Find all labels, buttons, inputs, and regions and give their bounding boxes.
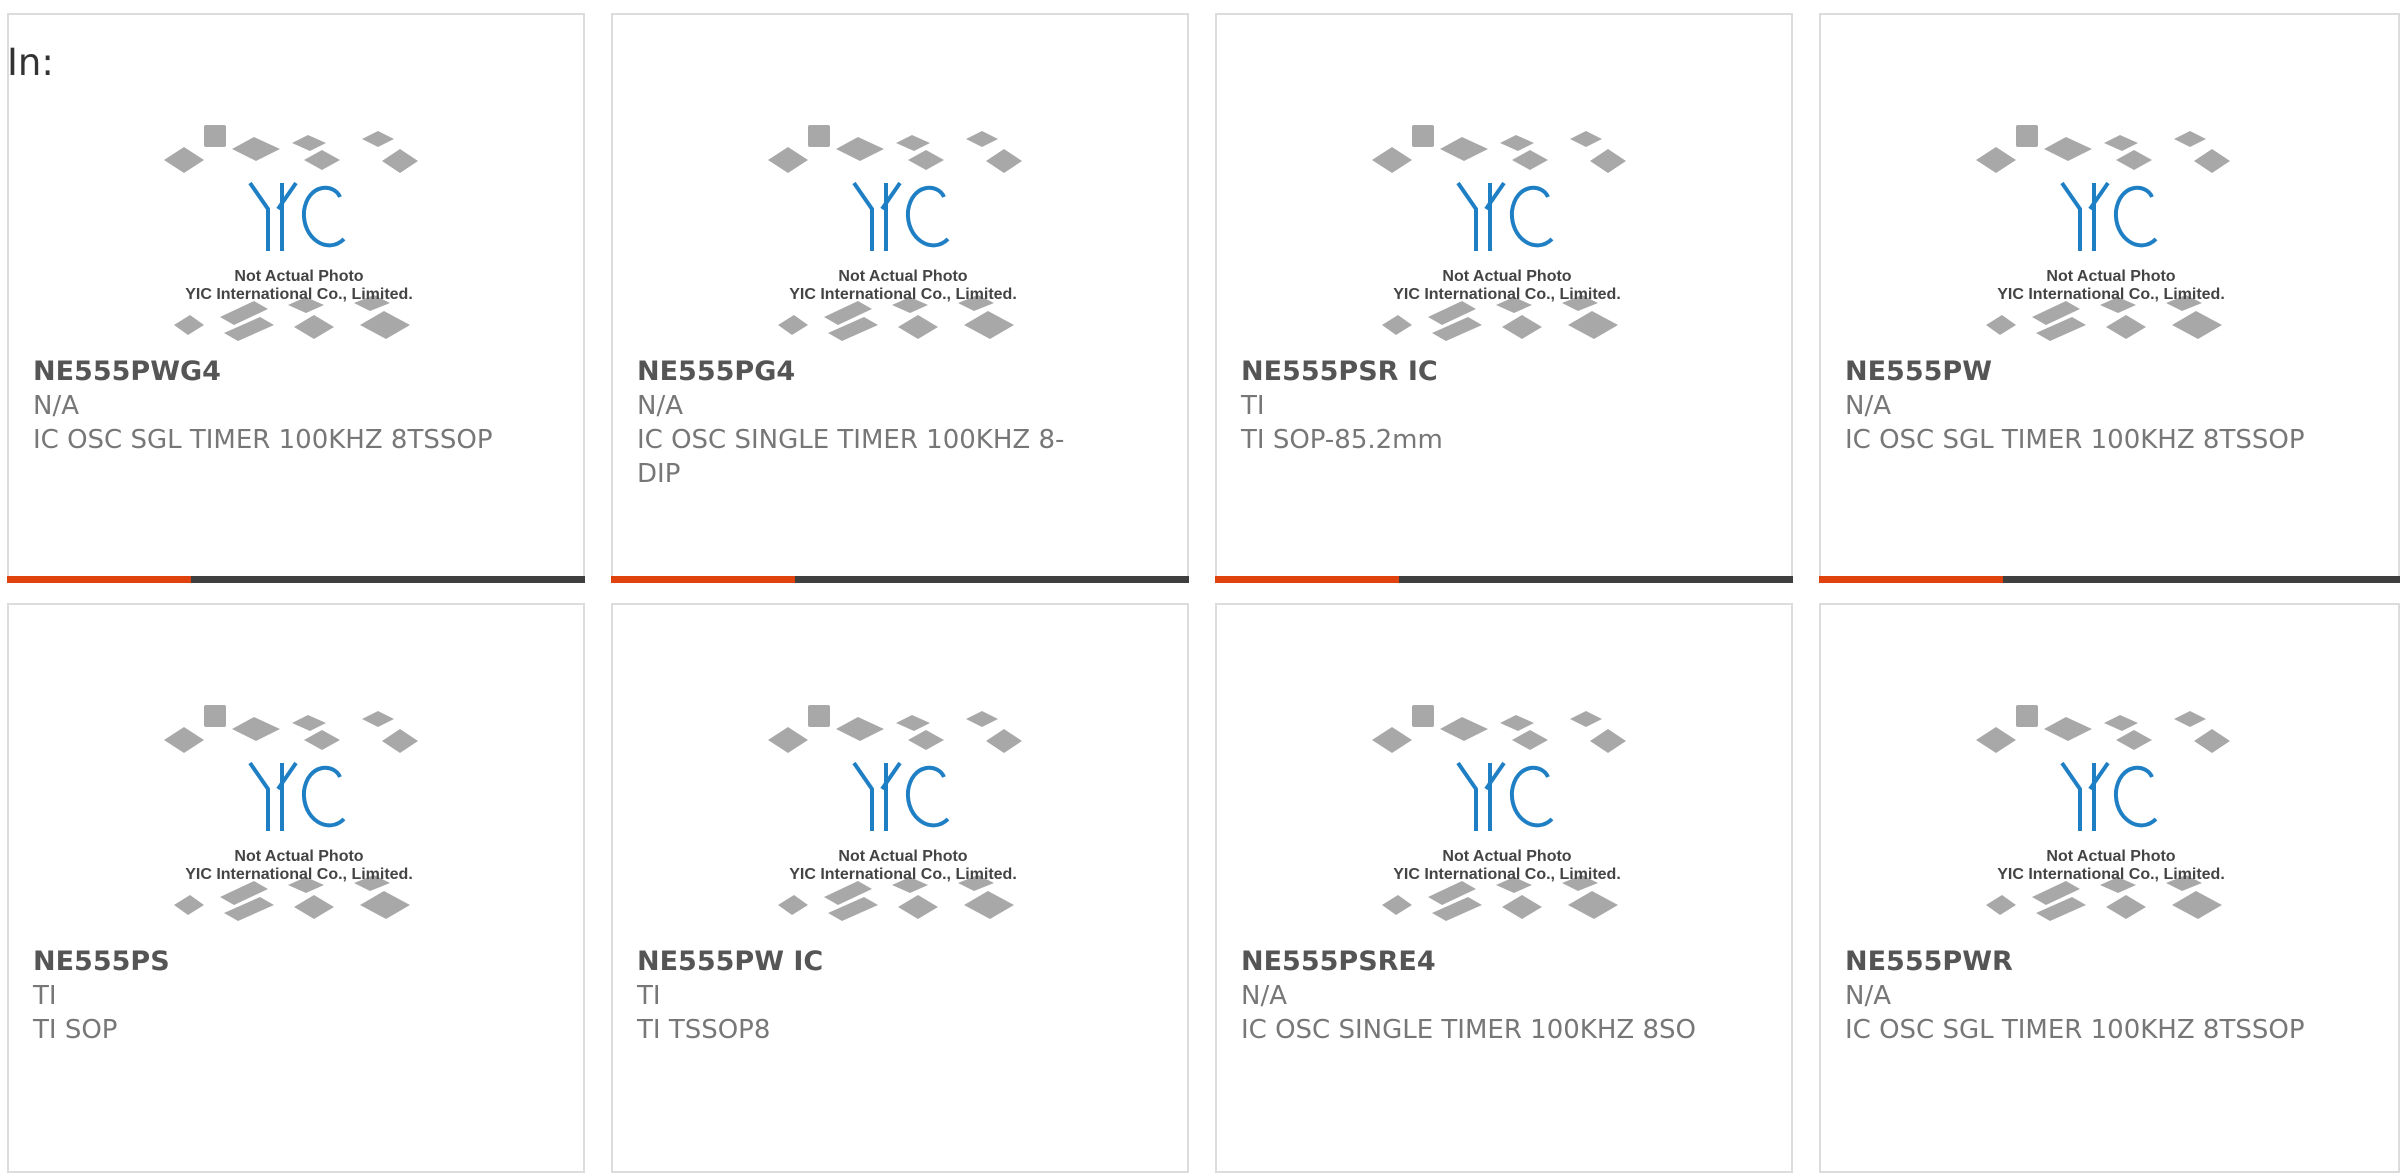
manufacturer: TI xyxy=(637,981,661,1011)
card-bottom-bar xyxy=(1215,576,1793,583)
part-number[interactable]: NE555PSR IC xyxy=(1241,355,1701,389)
product-photo[interactable]: Not Actual Photo YIC International Co., … xyxy=(768,685,1038,935)
description: IC OSC SINGLE TIMER 100KHZ 8SO xyxy=(1241,1015,1696,1045)
description: IC OSC SGL TIMER 100KHZ 8TSSOP xyxy=(33,425,493,455)
manufacturer: TI xyxy=(1241,391,1265,421)
description: IC OSC SGL TIMER 100KHZ 8TSSOP xyxy=(1845,1015,2305,1045)
product-card[interactable]: Not Actual Photo YIC International Co., … xyxy=(1819,603,2400,1173)
svg-text:YIC International Co., Limited: YIC International Co., Limited. xyxy=(789,286,1017,303)
part-number[interactable]: NE555PG4 xyxy=(637,355,1097,389)
product-photo[interactable]: Not Actual Photo YIC International Co., … xyxy=(1372,105,1642,355)
svg-text:YIC International Co., Limited: YIC International Co., Limited. xyxy=(185,866,413,883)
description: TI SOP-85.2mm xyxy=(1241,425,1443,455)
svg-text:Not Actual Photo: Not Actual Photo xyxy=(2046,848,2175,865)
card-bottom-bar xyxy=(1819,576,2400,583)
manufacturer: N/A xyxy=(1241,981,1287,1011)
product-card[interactable]: Not Actual Photo YIC International Co., … xyxy=(611,603,1189,1173)
product-grid: Not Actual Photo YIC International Co., … xyxy=(0,0,2400,1173)
product-card[interactable]: Not Actual Photo YIC International Co., … xyxy=(1819,13,2400,583)
card-accent xyxy=(1215,576,1399,583)
manufacturer: N/A xyxy=(33,391,79,421)
svg-text:YIC International Co., Limited: YIC International Co., Limited. xyxy=(1393,866,1621,883)
part-number[interactable]: NE555PWR xyxy=(1845,945,2305,979)
svg-text:YIC International Co., Limited: YIC International Co., Limited. xyxy=(1997,866,2225,883)
product-card[interactable]: Not Actual Photo YIC International Co., … xyxy=(1215,13,1793,583)
product-card[interactable]: Not Actual Photo YIC International Co., … xyxy=(7,603,585,1173)
description: TI TSSOP8 xyxy=(637,1015,771,1045)
svg-text:Not Actual Photo: Not Actual Photo xyxy=(1442,848,1571,865)
manufacturer: N/A xyxy=(1845,391,1891,421)
product-photo[interactable]: Not Actual Photo YIC International Co., … xyxy=(1976,685,2246,935)
svg-text:YIC International Co., Limited: YIC International Co., Limited. xyxy=(1997,286,2225,303)
product-card[interactable]: Not Actual Photo YIC International Co., … xyxy=(1215,603,1793,1173)
product-photo[interactable]: Not Actual Photo YIC International Co., … xyxy=(1976,105,2246,355)
part-number[interactable]: NE555PW IC xyxy=(637,945,1097,979)
card-accent xyxy=(7,576,191,583)
part-number[interactable]: NE555PS xyxy=(33,945,493,979)
svg-text:Not Actual Photo: Not Actual Photo xyxy=(2046,268,2175,285)
card-bottom-bar xyxy=(611,576,1189,583)
card-accent xyxy=(611,576,795,583)
description: IC OSC SINGLE TIMER 100KHZ 8-DIP xyxy=(637,425,1065,489)
svg-text:Not Actual Photo: Not Actual Photo xyxy=(838,268,967,285)
product-photo[interactable]: Not Actual Photo YIC International Co., … xyxy=(1372,685,1642,935)
manufacturer: N/A xyxy=(637,391,683,421)
description: IC OSC SGL TIMER 100KHZ 8TSSOP xyxy=(1845,425,2305,455)
svg-text:YIC International Co., Limited: YIC International Co., Limited. xyxy=(185,286,413,303)
manufacturer: N/A xyxy=(1845,981,1891,1011)
svg-text:Not Actual Photo: Not Actual Photo xyxy=(1442,268,1571,285)
in-label: In: xyxy=(7,41,54,84)
card-bottom-bar xyxy=(7,576,585,583)
manufacturer: TI xyxy=(33,981,57,1011)
product-card[interactable]: Not Actual Photo YIC International Co., … xyxy=(611,13,1189,583)
part-number[interactable]: NE555PW xyxy=(1845,355,2305,389)
product-photo[interactable]: Not Actual Photo YIC International Co., … xyxy=(164,685,434,935)
part-number[interactable]: NE555PWG4 xyxy=(33,355,493,389)
svg-text:Not Actual Photo: Not Actual Photo xyxy=(838,848,967,865)
svg-text:YIC International Co., Limited: YIC International Co., Limited. xyxy=(789,866,1017,883)
svg-text:YIC International Co., Limited: YIC International Co., Limited. xyxy=(1393,286,1621,303)
part-number[interactable]: NE555PSRE4 xyxy=(1241,945,1701,979)
product-card[interactable]: Not Actual Photo YIC International Co., … xyxy=(7,13,585,583)
product-photo[interactable]: Not Actual Photo YIC International Co., … xyxy=(768,105,1038,355)
svg-text:Not Actual Photo: Not Actual Photo xyxy=(234,268,363,285)
svg-text:Not Actual Photo: Not Actual Photo xyxy=(234,848,363,865)
card-accent xyxy=(1819,576,2003,583)
product-photo[interactable]: Not Actual Photo YIC International Co., … xyxy=(164,105,434,355)
description: TI SOP xyxy=(33,1015,118,1045)
